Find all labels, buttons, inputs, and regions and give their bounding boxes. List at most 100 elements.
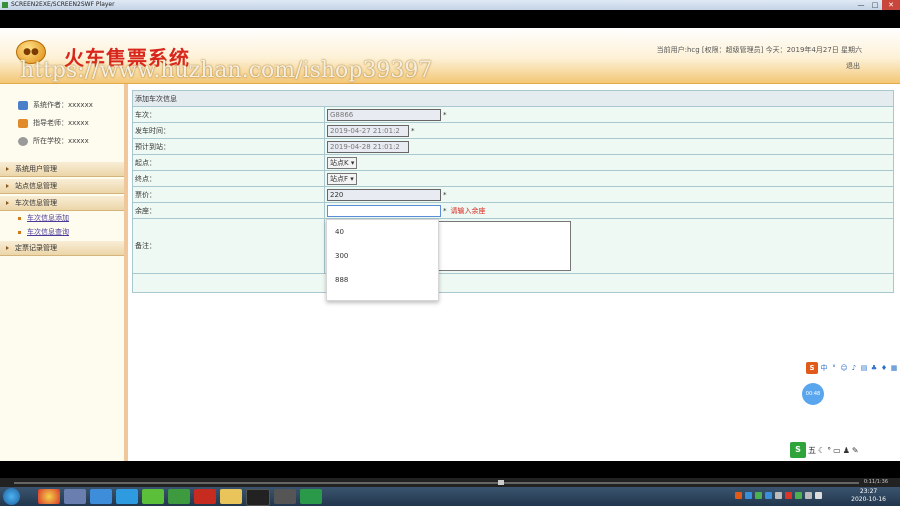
sidebar-info: 系统作者：xxxxxx 指导老师：xxxxx 所在学校：xxxxx (0, 84, 124, 160)
taskbar: 23:27 2020-10-16 (0, 487, 900, 506)
wrench-icon[interactable]: ✎ (852, 446, 859, 455)
arrow-icon (6, 201, 9, 205)
punctuation-icon[interactable]: ° (830, 364, 838, 372)
network-icon[interactable] (805, 492, 812, 499)
window-controls: — □ ✕ (854, 0, 900, 10)
tray-icon[interactable] (795, 492, 802, 499)
taskbar-app-icon[interactable] (142, 489, 164, 504)
progress-track (14, 482, 859, 484)
form-title: 添加车次信息 (132, 90, 894, 107)
menu-train-management[interactable]: 车次信息管理 (0, 196, 124, 211)
skin-icon[interactable]: ♣ (870, 364, 878, 372)
bullet-icon (18, 230, 21, 234)
input-mode-label[interactable]: 五 (808, 445, 816, 456)
tray-icon[interactable] (785, 492, 792, 499)
chrome-icon[interactable] (38, 489, 60, 504)
field-label: 发车时间： (132, 122, 325, 139)
user-info: 当前用户:hcg [权限：超级管理员] 今天：2019年4月27日 星期六 (656, 46, 862, 54)
field-label: 终点： (132, 170, 325, 187)
dropdown-option[interactable]: 300 (327, 244, 438, 268)
app-icon (2, 2, 8, 8)
sogou-logo-icon[interactable]: S (806, 362, 818, 374)
submenu-add-train[interactable]: 车次信息添加 (0, 211, 124, 225)
keyboard-icon[interactable]: ▤ (860, 364, 868, 372)
field-label: 备注： (132, 218, 325, 274)
form-row: 预计到站： 2019-04-28 21:01:2 (132, 138, 894, 155)
player-top-band (0, 10, 900, 28)
start-button[interactable] (3, 488, 20, 505)
form-row: 起点： 站点K ▾ (132, 154, 894, 171)
taskbar-app-icon[interactable] (168, 489, 190, 504)
logout-link[interactable]: 退出 (846, 61, 860, 71)
baidu-icon[interactable] (90, 489, 112, 504)
error-message: 请输入余座 (450, 206, 486, 215)
tray-icon[interactable] (755, 492, 762, 499)
flash-icon[interactable] (194, 489, 216, 504)
shirt-icon[interactable]: ♦ (880, 364, 888, 372)
taskbar-app-icon[interactable] (274, 489, 296, 504)
moon-icon[interactable]: ☾ (818, 446, 825, 455)
field-label: 余座： (132, 202, 325, 219)
watermark-text: https://www.huzhan.com/ishop39397 (20, 58, 433, 83)
screen-player-icon[interactable] (300, 489, 322, 504)
window-title: SCREEN2EXE/SCREEN2SWF Player (11, 1, 115, 8)
menu-station-management[interactable]: 站点信息管理 (0, 179, 124, 194)
bullet-icon (18, 216, 21, 220)
volume-icon[interactable] (815, 492, 822, 499)
player-progress-bar[interactable]: 0:11/1:36 (0, 478, 900, 487)
form-footer (132, 273, 894, 293)
arrow-icon (6, 246, 9, 250)
user-icon (18, 100, 28, 110)
dropdown-option[interactable]: 888 (327, 268, 438, 292)
form-row: 票价： 220 * (132, 186, 894, 203)
mic-icon[interactable]: ♪ (850, 364, 858, 372)
field-label: 车次： (132, 106, 325, 123)
departure-time-input[interactable]: 2019-04-27 21:01:2 (327, 124, 409, 137)
train-number-input[interactable]: G8866 (327, 108, 441, 121)
tray-icon[interactable] (745, 492, 752, 499)
required-mark: * (443, 206, 447, 215)
punctuation-icon[interactable]: ° (827, 446, 831, 455)
grid-icon[interactable]: ▦ (890, 364, 898, 372)
menu-user-management[interactable]: 系统用户管理 (0, 162, 124, 177)
end-station-select[interactable]: 站点F ▾ (327, 172, 357, 185)
tray-icon[interactable] (765, 492, 772, 499)
progress-knob[interactable] (498, 480, 504, 485)
maximize-button[interactable]: □ (868, 0, 882, 10)
minimize-button[interactable]: — (854, 0, 868, 10)
school-icon (18, 136, 28, 146)
emoji-icon[interactable]: ☺ (840, 364, 848, 372)
form-row: 终点： 站点F ▾ (132, 170, 894, 187)
browser-icon[interactable] (116, 489, 138, 504)
seats-input[interactable] (327, 204, 441, 217)
chinese-mode-icon[interactable]: 中 (820, 364, 828, 372)
user-icon[interactable]: ♟ (843, 446, 850, 455)
folder-icon[interactable] (220, 489, 242, 504)
clock[interactable]: 23:27 2020-10-16 (851, 488, 886, 504)
school-info: 所在学校：xxxxx (18, 134, 124, 152)
price-input[interactable]: 220 (327, 188, 441, 201)
header: ●● 火车售票系统 https://www.huzhan.com/ishop39… (0, 28, 900, 84)
main-content: 添加车次信息 车次： G8866 * 发车时间： 2019-04-27 21:01… (132, 90, 894, 293)
app-frame: ●● 火车售票系统 https://www.huzhan.com/ishop39… (0, 28, 900, 461)
taskbar-app-icon[interactable] (64, 489, 86, 504)
dropdown-option[interactable]: 40 (327, 220, 438, 244)
window-titlebar: SCREEN2EXE/SCREEN2SWF Player — □ ✕ (0, 0, 900, 10)
start-station-select[interactable]: 站点K ▾ (327, 156, 358, 169)
floating-bubble[interactable]: 00:48 (802, 383, 824, 405)
sogou-logo-icon[interactable]: S (790, 442, 806, 458)
required-mark: * (443, 110, 447, 119)
ime-toolbar: S 中 ° ☺ ♪ ▤ ♣ ♦ ▦ (806, 361, 898, 375)
qq-icon[interactable] (246, 489, 270, 506)
tray-icon[interactable] (775, 492, 782, 499)
chevron-down-icon: ▾ (350, 174, 354, 183)
keyboard-icon[interactable]: ▭ (833, 446, 841, 455)
close-button[interactable]: ✕ (882, 0, 900, 10)
submenu-query-train[interactable]: 车次信息查询 (0, 225, 124, 239)
train-form: 添加车次信息 车次： G8866 * 发车时间： 2019-04-27 21:01… (132, 90, 894, 293)
sidebar: 系统作者：xxxxxx 指导老师：xxxxx 所在学校：xxxxx 系统用户管理… (0, 84, 128, 461)
tray-icon[interactable] (735, 492, 742, 499)
arrival-time-input[interactable]: 2019-04-28 21:01:2 (327, 140, 409, 153)
menu-booking-management[interactable]: 定票记录管理 (0, 241, 124, 256)
field-label: 票价： (132, 186, 325, 203)
